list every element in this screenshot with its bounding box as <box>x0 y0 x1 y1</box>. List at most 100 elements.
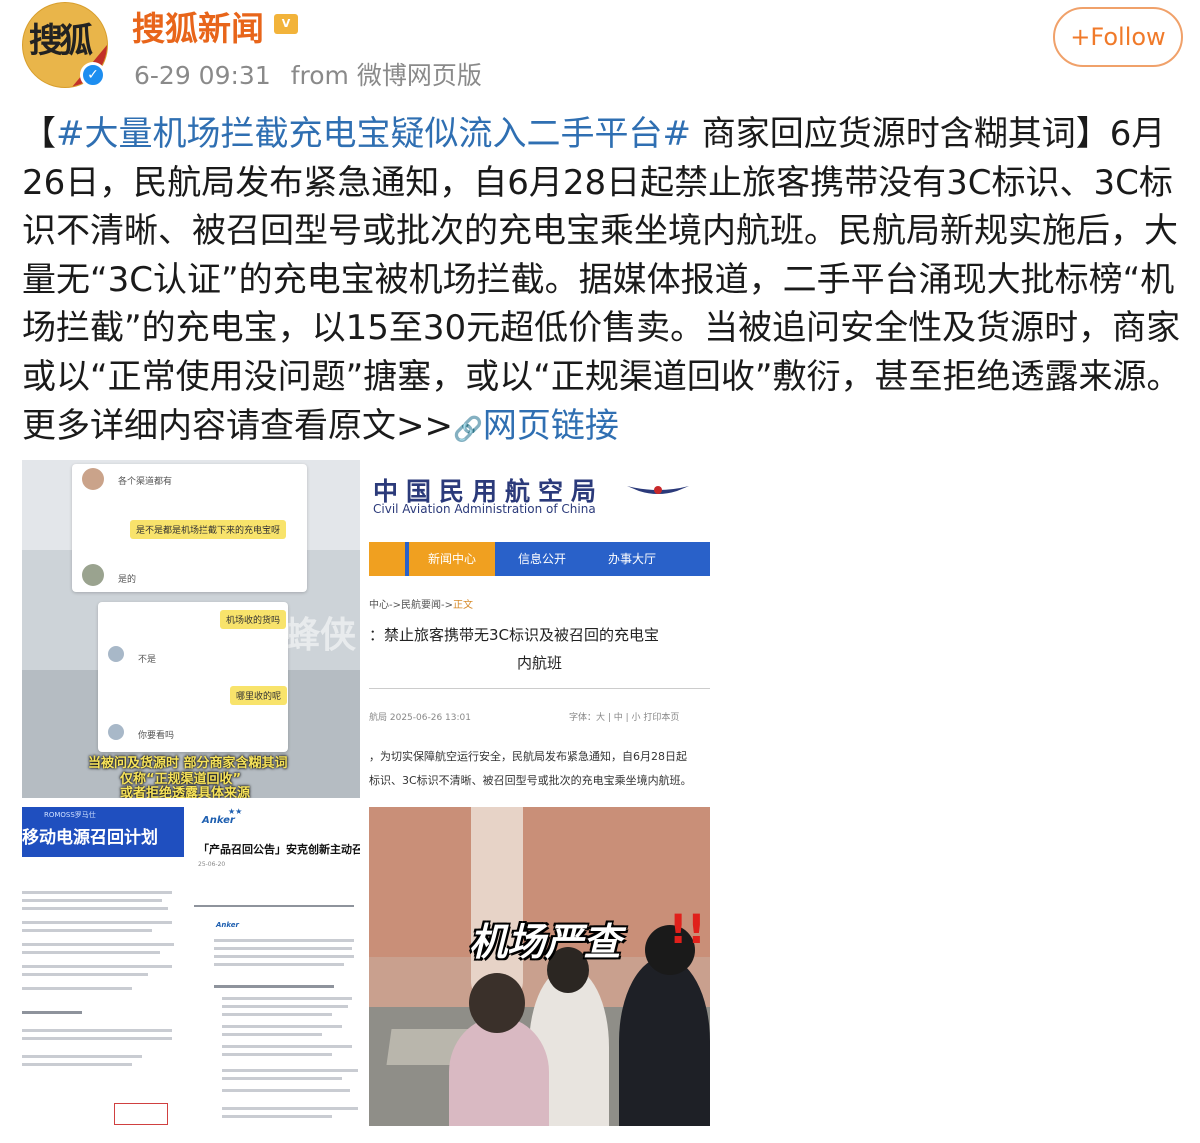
video-subtitle: 或者拒绝透露具体来源 <box>120 786 251 798</box>
post-time[interactable]: 6-29 09:31 <box>134 61 271 90</box>
chat-card-bottom: 机场收的货吗 不是 哪里收的呢 你要看吗 <box>98 602 288 752</box>
doc-text-line <box>222 1013 332 1016</box>
article-meta: 航局 2025-06-26 13:01 <box>369 713 471 723</box>
doc-text-line <box>22 1063 132 1066</box>
doc-text-line <box>214 947 352 950</box>
romoss-brand: ROMOSS罗马仕 <box>44 811 96 819</box>
anker-small-logo: Anker <box>216 921 240 929</box>
chat-avatar <box>108 646 124 662</box>
chat-message: 机场收的货吗 <box>220 610 287 629</box>
doc-text-line <box>22 1011 82 1014</box>
anker-notice-date: 25-06-20 <box>198 861 226 868</box>
image-grid: 蜂侠 各个渠道都有 是不是都是机场拦截下来的充电宝呀 是的 机场收的货吗 不是 … <box>22 460 710 1126</box>
hashtag-link[interactable]: #大量机场拦截充电宝疑似流入二手平台# <box>56 114 691 154</box>
image-caac-notice[interactable]: 中国民用航空局 Civil Aviation Administration of… <box>369 460 710 798</box>
article-body-line: ，为切实保障航空运行安全，民航局发布紧急通知，自6月28日起 <box>369 750 687 763</box>
headline-rest: 商家回应货源时含糊其词】 <box>690 114 1110 154</box>
article-title-text: 禁止旅客携带无3C标识及被召回的充电宝 <box>384 626 660 644</box>
image-airport-inspection[interactable]: 机场严查 !! <box>369 807 710 1126</box>
chat-message: 各个渠道都有 <box>118 477 173 487</box>
caac-nav-bar: 新闻中心 信息公开 办事大厅 <box>369 542 710 576</box>
photo-person-head <box>469 973 525 1033</box>
chat-message: 是的 <box>118 575 137 585</box>
caac-wings-icon <box>627 486 689 494</box>
watermark-text: 蜂侠 <box>284 615 357 656</box>
doc-text-line <box>22 921 172 924</box>
doc-text-line <box>222 1025 342 1028</box>
nav-item-partial <box>369 542 405 576</box>
anker-notice-title: 「产品召回公告」安克创新主动召回 <box>198 843 360 856</box>
follow-button[interactable]: +Follow <box>1053 7 1183 67</box>
link-icon[interactable]: 🔗 <box>453 415 483 443</box>
doc-text-line <box>222 1115 332 1118</box>
post-text: 【#大量机场拦截充电宝疑似流入二手平台# 商家回应货源时含糊其词】6月26日，民… <box>22 110 1182 453</box>
doc-text-line <box>222 1107 358 1110</box>
post-body: 6月26日，民航局发布紧急通知，自6月28日起禁止旅客携带没有3C标识、3C标识… <box>22 114 1181 446</box>
doc-text-line <box>22 891 172 894</box>
article-tools: 字体：大 | 中 | 小 打印本页 <box>569 713 680 723</box>
divider <box>194 905 354 907</box>
chat-avatar <box>82 564 104 586</box>
photo-officer <box>619 957 710 1126</box>
doc-text-line <box>222 1089 350 1092</box>
doc-text-line <box>22 907 168 910</box>
post-source: from 微博网页版 <box>290 61 482 90</box>
romoss-title: 移动电源召回计划 <box>22 828 158 848</box>
photo-person <box>449 1017 549 1126</box>
article-body-line: 标识、3C标识不清晰、被召回型号或批次的充电宝乘坐境内航班。 <box>369 774 692 787</box>
chat-card-top: 各个渠道都有 是不是都是机场拦截下来的充电宝呀 是的 <box>72 464 307 592</box>
nav-item-news: 新闻中心 <box>409 542 495 576</box>
doc-text-line <box>22 929 152 932</box>
doc-text-line <box>22 1029 172 1032</box>
doc-text-line <box>214 985 334 988</box>
chat-avatar <box>108 724 124 740</box>
doc-text-line <box>22 1055 142 1058</box>
post-header: 搜狐 ✓ 搜狐新闻 V 6-29 09:31 from 微博网页版 +Follo… <box>0 0 1200 100</box>
doc-text-line <box>22 943 174 946</box>
divider <box>369 688 710 689</box>
nav-item-service: 办事大厅 <box>607 552 656 566</box>
doc-text-line <box>222 1069 358 1072</box>
image-chat-screenshot[interactable]: 蜂侠 各个渠道都有 是不是都是机场拦截下来的充电宝呀 是的 机场收的货吗 不是 … <box>22 460 360 798</box>
post-meta: 6-29 09:31 from 微博网页版 <box>134 56 482 92</box>
verified-badge-icon: ✓ <box>80 62 106 88</box>
article-title: ：禁止旅客携带无3C标识及被召回的充电宝 <box>369 626 660 644</box>
doc-text-line <box>222 1033 322 1036</box>
photo-exclaim: !! <box>669 907 706 953</box>
breadcrumb-path: 中心->民航要闻-> <box>369 600 453 611</box>
breadcrumb-current: 正文 <box>452 600 473 611</box>
doc-text-line <box>222 997 352 1000</box>
chat-message: 你要看吗 <box>138 731 175 741</box>
account-name[interactable]: 搜狐新闻 <box>132 2 264 50</box>
doc-text-line <box>22 899 162 902</box>
doc-text-line <box>214 963 344 966</box>
doc-text-line <box>222 1077 342 1080</box>
chat-message: 哪里收的呢 <box>230 686 288 705</box>
avatar-text: 搜狐 <box>29 21 93 61</box>
caac-subtitle: Civil Aviation Administration of China <box>373 502 596 516</box>
doc-text-line <box>214 939 354 942</box>
doc-text-line <box>22 1037 172 1040</box>
doc-text-line <box>22 973 148 976</box>
doc-text-line <box>222 1005 348 1008</box>
web-link[interactable]: 网页链接 <box>483 406 619 446</box>
nav-item-info: 信息公开 <box>517 552 566 566</box>
doc-text-line <box>222 1053 332 1056</box>
bracket-open: 【 <box>22 114 56 154</box>
chat-message: 是不是都是机场拦截下来的充电宝呀 <box>130 520 287 539</box>
doc-highlight-box <box>114 1103 168 1125</box>
anker-logo: Anker <box>202 815 235 826</box>
romoss-header: ROMOSS罗马仕 移动电源召回计划 <box>22 807 184 857</box>
image-recall-notices[interactable]: ROMOSS罗马仕 移动电源召回计划 Anker ★★ 「产品召回公告」安克创新… <box>22 807 360 1126</box>
chat-message: 不是 <box>138 655 157 665</box>
article-title-line2: 内航班 <box>517 654 563 672</box>
chat-avatar <box>82 468 104 490</box>
photo-caption: 机场严查 <box>469 920 622 964</box>
doc-text-line <box>222 1045 352 1048</box>
anker-stars-icon: ★★ <box>228 807 243 816</box>
doc-text-line <box>22 965 172 968</box>
doc-text-line <box>22 951 160 954</box>
doc-text-line <box>214 955 354 958</box>
vip-badge-icon: V <box>274 14 298 34</box>
breadcrumb: 中心->民航要闻->正文 <box>369 596 473 611</box>
